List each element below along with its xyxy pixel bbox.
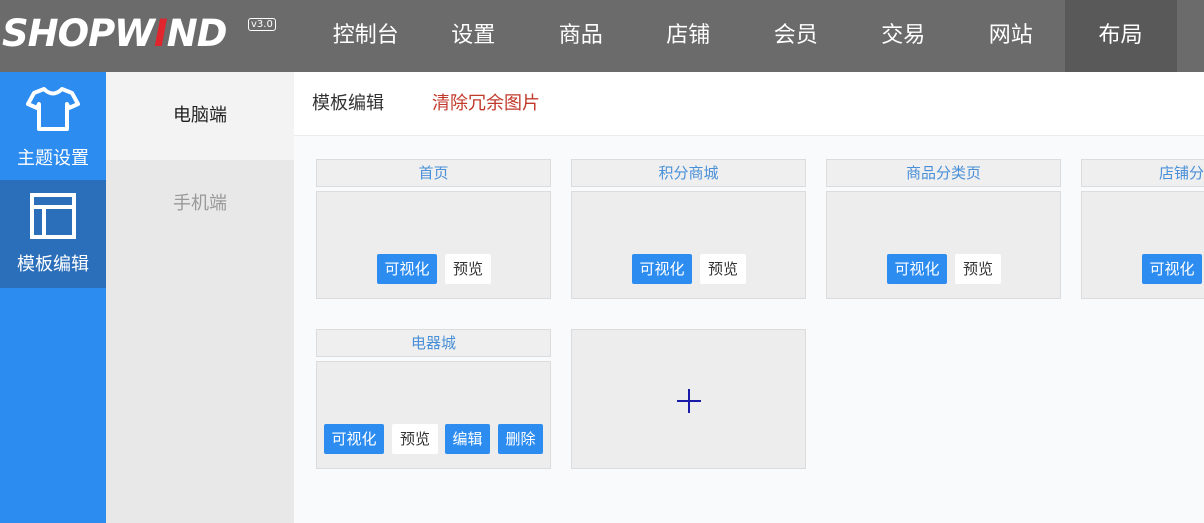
nav-item-console[interactable]: 控制台 (312, 0, 420, 72)
nav-item-settings[interactable]: 设置 (420, 0, 528, 72)
template-thumbnail: 可视化 预览 编辑 删除 (316, 361, 551, 469)
nav-item-goods[interactable]: 商品 (527, 0, 635, 72)
sidebar-item-theme-settings[interactable]: 主题设置 (0, 72, 106, 180)
template-title: 首页 (316, 159, 551, 187)
tab-clear-images[interactable]: 清除冗余图片 (432, 72, 540, 136)
template-title: 商品分类页 (826, 159, 1061, 187)
sub-item-pc[interactable]: 电脑端 (106, 72, 294, 160)
main-sidebar: 主题设置 模板编辑 (0, 72, 106, 523)
main-content: 模板编辑 清除冗余图片 首页 可视化 预览 积分商城 可视化 预览 商品分类页 … (294, 72, 1204, 523)
tab-template-edit[interactable]: 模板编辑 (312, 72, 384, 136)
tshirt-icon (26, 87, 80, 131)
sidebar-item-label: 模板编辑 (17, 254, 89, 275)
template-thumbnail: 可视化 预览 (571, 191, 806, 299)
layout-icon (30, 193, 76, 239)
logo[interactable]: SHOPWIND v3.0 (0, 12, 280, 56)
sidebar-item-label: 主题设置 (17, 148, 89, 169)
preview-button[interactable]: 预览 (445, 254, 491, 284)
template-title: 电器城 (316, 329, 551, 357)
template-thumbnail: 可视化 预览 (826, 191, 1061, 299)
edit-button[interactable]: 编辑 (445, 424, 490, 454)
visual-edit-button[interactable]: 可视化 (377, 254, 437, 284)
nav-item-website[interactable]: 网站 (957, 0, 1065, 72)
template-thumbnail: 可视化 预览 (316, 191, 551, 299)
template-card: 店铺分 可视化 (1081, 159, 1204, 299)
top-nav: 控制台 设置 商品 店铺 会员 交易 网站 布局 (312, 0, 1177, 72)
visual-edit-button[interactable]: 可视化 (887, 254, 947, 284)
visual-edit-button[interactable]: 可视化 (324, 424, 384, 454)
preview-button[interactable]: 预览 (700, 254, 746, 284)
sub-item-mobile[interactable]: 手机端 (106, 160, 294, 248)
visual-edit-button[interactable]: 可视化 (1142, 254, 1202, 284)
logo-text: SHOPWIND (2, 12, 227, 55)
plus-icon (675, 387, 703, 415)
nav-item-stores[interactable]: 店铺 (635, 0, 743, 72)
nav-item-trades[interactable]: 交易 (850, 0, 958, 72)
sidebar-item-template-edit[interactable]: 模板编辑 (0, 180, 106, 288)
add-template-button[interactable] (571, 329, 806, 469)
nav-item-members[interactable]: 会员 (742, 0, 850, 72)
preview-button[interactable]: 预览 (392, 424, 438, 454)
template-thumbnail: 可视化 (1081, 191, 1204, 299)
template-title: 店铺分 (1081, 159, 1204, 187)
nav-item-layout[interactable]: 布局 (1064, 0, 1177, 72)
delete-button[interactable]: 删除 (498, 424, 543, 454)
visual-edit-button[interactable]: 可视化 (632, 254, 692, 284)
tab-bar: 模板编辑 清除冗余图片 (294, 72, 1204, 136)
template-title: 积分商城 (571, 159, 806, 187)
top-bar: SHOPWIND v3.0 控制台 设置 商品 店铺 会员 交易 网站 布局 (0, 0, 1204, 72)
logo-version: v3.0 (248, 18, 276, 31)
preview-button[interactable]: 预览 (955, 254, 1001, 284)
sub-sidebar: 电脑端 手机端 (106, 72, 294, 523)
